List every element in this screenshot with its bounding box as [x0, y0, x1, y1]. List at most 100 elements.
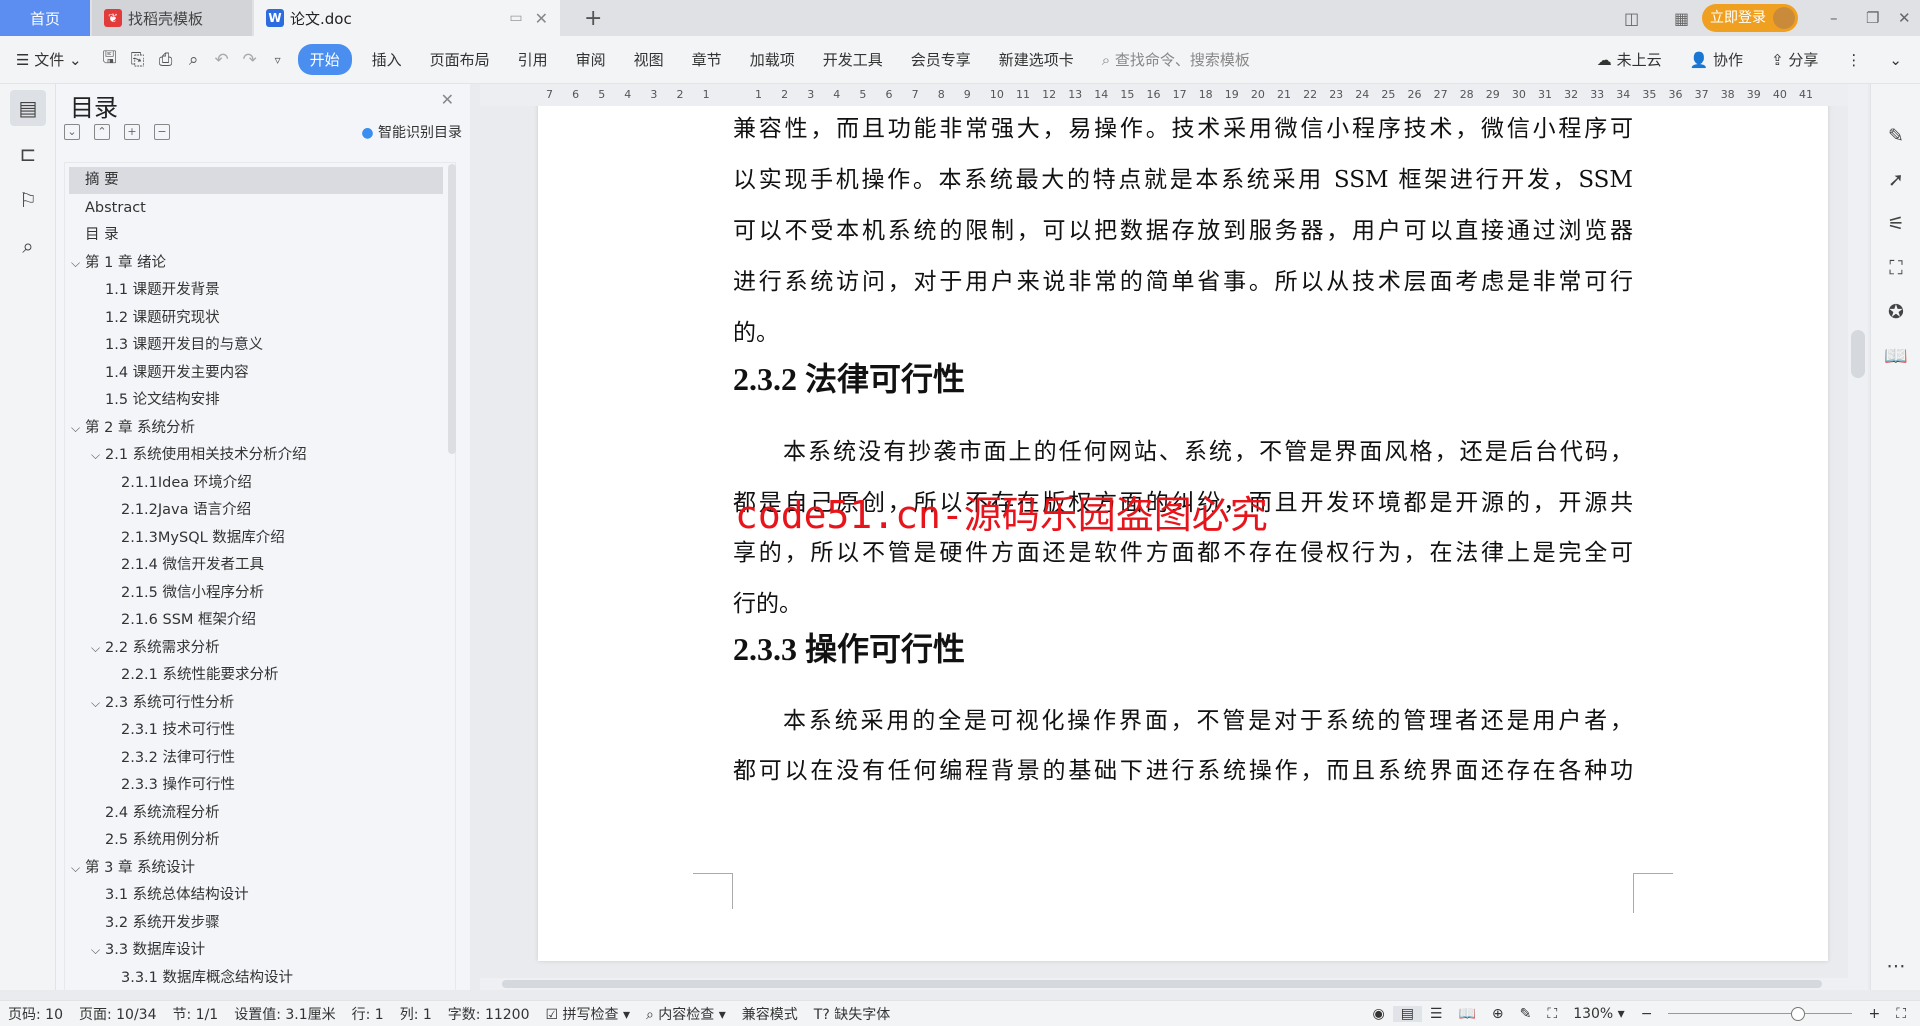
image-tools-icon[interactable]: ⛶	[1871, 246, 1920, 290]
outline-view-icon[interactable]: ☰	[1422, 1006, 1451, 1022]
menu-member[interactable]: 会员专享	[897, 49, 985, 70]
expand-all-icon[interactable]: ⌄	[64, 124, 80, 140]
toc-item[interactable]: ⌵ 第 1 章 绪论	[69, 250, 443, 277]
zoom-in-button[interactable]: +	[1860, 1006, 1888, 1022]
close-tab-icon[interactable]: ✕	[535, 9, 548, 28]
toc-item[interactable]: Abstract	[69, 195, 443, 222]
toc-item[interactable]: 2.5 系统用例分析	[69, 827, 443, 854]
hscroll-thumb[interactable]	[502, 980, 1822, 988]
toc-item[interactable]: 1.2 课题研究现状	[69, 305, 443, 332]
redo-icon[interactable]: ↷	[239, 50, 261, 70]
zoom-slider-knob[interactable]	[1791, 1006, 1806, 1021]
chevron-down-icon[interactable]: ⌵	[91, 937, 100, 964]
content-check-button[interactable]: ⌕ 内容检查 ▾	[638, 1004, 734, 1024]
menu-references[interactable]: 引用	[504, 49, 562, 70]
fullscreen-icon[interactable]: ⛶	[1888, 1006, 1920, 1022]
toc-item[interactable]: 2.3.2 法律可行性	[69, 745, 443, 772]
menu-new-tab[interactable]: 新建选项卡	[985, 49, 1088, 70]
more-icon[interactable]: ⋮	[1832, 51, 1875, 69]
scroll-thumb[interactable]	[1851, 330, 1865, 378]
new-tab-button[interactable]: +	[572, 0, 614, 36]
horizontal-scrollbar[interactable]	[480, 978, 1848, 990]
toc-item[interactable]: 目 录	[69, 222, 443, 249]
toc-item[interactable]: ⌵ 2.1 系统使用相关技术分析介绍	[69, 442, 443, 469]
close-window-button[interactable]: ✕	[1886, 0, 1920, 36]
file-menu[interactable]: ☰ 文件 ⌄	[0, 49, 96, 70]
vertical-scrollbar[interactable]	[1848, 84, 1868, 990]
toc-item[interactable]: 1.5 论文结构安排	[69, 387, 443, 414]
pin-icon[interactable]: ▭	[509, 10, 522, 26]
toc-item[interactable]: 3.2 系统开发步骤	[69, 910, 443, 937]
chevron-down-icon[interactable]: ⌵	[91, 635, 100, 662]
chevron-down-icon[interactable]: ⌵	[91, 442, 100, 469]
tab-home[interactable]: 首页	[0, 0, 90, 36]
menu-addins[interactable]: 加载项	[736, 49, 809, 70]
print-preview-icon[interactable]: ⌕	[183, 50, 205, 70]
undo-icon[interactable]: ↶	[211, 50, 233, 70]
toc-item[interactable]: ⌵ 第 3 章 系统设计	[69, 855, 443, 882]
missing-font-button[interactable]: T? 缺失字体	[806, 1004, 898, 1024]
minimize-button[interactable]: –	[1818, 0, 1850, 36]
toc-item[interactable]: ⌵ 2.2 系统需求分析	[69, 635, 443, 662]
zoom-out-button[interactable]: −	[1633, 1006, 1661, 1022]
print-icon[interactable]: ⎙	[155, 50, 177, 70]
export-pdf-icon[interactable]: ⎘	[127, 50, 149, 70]
menu-section[interactable]: 章节	[678, 49, 736, 70]
smart-toc-button[interactable]: ● 智能识别目录	[361, 122, 462, 142]
status-words[interactable]: 字数: 11200	[440, 1004, 538, 1024]
apps-grid-icon[interactable]: ▦	[1662, 0, 1701, 36]
toc-item[interactable]: 2.4 系统流程分析	[69, 800, 443, 827]
web-view-icon[interactable]: ⊕	[1484, 1006, 1512, 1022]
zoom-slider[interactable]	[1660, 1004, 1860, 1024]
tab-document[interactable]: W 论文.doc ▭ ✕	[254, 0, 560, 36]
menu-start[interactable]: 开始	[297, 44, 352, 75]
page-view-icon[interactable]: ▤	[1392, 1005, 1422, 1022]
toc-item[interactable]: 2.1.2Java 语言介绍	[69, 497, 443, 524]
save-icon[interactable]: 🖫	[99, 45, 121, 74]
status-row[interactable]: 行: 1	[344, 1004, 392, 1024]
toc-item[interactable]: 2.1.3MySQL 数据库介绍	[69, 525, 443, 552]
status-col[interactable]: 列: 1	[392, 1004, 440, 1024]
layout-icon[interactable]: ◫	[1612, 0, 1651, 36]
cloud-status-button[interactable]: ☁ 未上云	[1583, 49, 1676, 70]
login-button[interactable]: 立即登录	[1702, 4, 1798, 32]
tab-template[interactable]: ❦ 找稻壳模板	[92, 0, 252, 36]
toc-item[interactable]: 2.1.4 微信开发者工具	[69, 552, 443, 579]
status-page-no[interactable]: 页码: 10	[0, 1004, 71, 1024]
toc-item[interactable]: 3.3.1 数据库概念结构设计	[69, 965, 443, 992]
toc-item[interactable]: ⌵ 2.3 系统可行性分析	[69, 690, 443, 717]
status-section[interactable]: 节: 1/1	[165, 1004, 227, 1024]
close-panel-icon[interactable]: ✕	[441, 90, 454, 109]
toc-item[interactable]: 2.1.5 微信小程序分析	[69, 580, 443, 607]
menu-review[interactable]: 审阅	[562, 49, 620, 70]
write-view-icon[interactable]: ✎	[1512, 1006, 1540, 1022]
toc-item[interactable]: 1.1 课题开发背景	[69, 277, 443, 304]
more-options-icon[interactable]: ⋯	[1871, 944, 1920, 988]
chevron-down-icon[interactable]: ⌵	[71, 250, 80, 277]
document-page[interactable]: 兼容性，而且功能非常强大，易操作。技术采用微信小程序技术，微信小程序可 以实现手机…	[538, 106, 1828, 961]
toc-item[interactable]: 摘 要	[69, 167, 443, 194]
command-search[interactable]: ⌕ 查找命令、搜索模板	[1088, 49, 1264, 70]
select-cursor-icon[interactable]: ➚	[1871, 158, 1920, 202]
bookmark-icon[interactable]: ⚐	[10, 182, 46, 218]
toc-item[interactable]: 2.1.1Idea 环境介绍	[69, 470, 443, 497]
collapse-all-icon[interactable]: ⌃	[94, 124, 110, 140]
horizontal-ruler[interactable]: 7 6 5 4 3 2 1 1 2 3 4 5 6 7 8 9 10 11 12 13 14 15 16 17 18 19 20 21…	[480, 84, 1855, 106]
navigation-icon[interactable]: ⊏	[10, 136, 46, 172]
remove-level-icon[interactable]: −	[154, 124, 170, 140]
toc-item[interactable]: 1.4 课题开发主要内容	[69, 360, 443, 387]
status-setting[interactable]: 设置值: 3.1厘米	[226, 1004, 343, 1024]
customize-dropdown-icon[interactable]: ▿	[267, 53, 289, 67]
eye-protect-icon[interactable]: ◉	[1364, 1006, 1392, 1022]
menu-developer[interactable]: 开发工具	[809, 49, 897, 70]
chevron-down-icon[interactable]: ⌵	[91, 690, 100, 717]
toc-item[interactable]: 1.3 课题开发目的与意义	[69, 332, 443, 359]
share-button[interactable]: ⇪ 分享	[1757, 49, 1832, 70]
menu-insert[interactable]: 插入	[358, 49, 416, 70]
toc-item[interactable]: 2.2.1 系统性能要求分析	[69, 662, 443, 689]
toc-panel-icon[interactable]: ▤	[10, 90, 46, 126]
read-view-icon[interactable]: 📖	[1450, 1006, 1483, 1022]
toc-item[interactable]: ⌵ 第 2 章 系统分析	[69, 415, 443, 442]
status-pages[interactable]: 页面: 10/34	[71, 1004, 165, 1024]
spell-check-button[interactable]: ☑ 拼写检查 ▾	[538, 1004, 639, 1024]
